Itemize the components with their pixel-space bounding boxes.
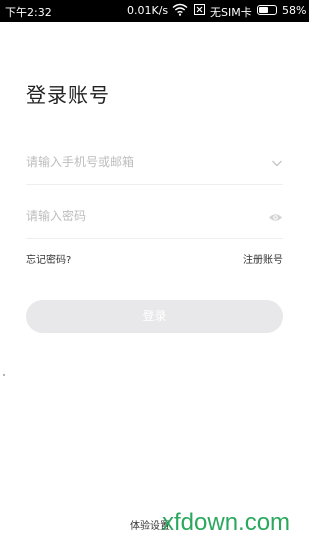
password-field — [26, 204, 283, 240]
network-speed: 0.01K/s — [127, 4, 169, 17]
watermark-logo: xfdown.com — [162, 509, 291, 536]
account-input[interactable] — [26, 150, 246, 174]
chevron-down-icon[interactable] — [271, 154, 283, 173]
account-underline — [26, 184, 283, 185]
eye-icon[interactable] — [268, 208, 283, 227]
password-underline — [26, 238, 283, 239]
no-sim-icon — [194, 4, 205, 15]
register-link[interactable]: 注册账号 — [243, 251, 283, 266]
divider-dot — [3, 374, 5, 376]
auth-links: 忘记密码? 注册账号 — [26, 251, 283, 267]
password-input[interactable] — [26, 204, 246, 228]
account-field — [26, 150, 283, 186]
battery-percent: 58% — [282, 4, 307, 17]
wifi-icon — [172, 3, 188, 19]
battery-fill — [259, 7, 269, 13]
page-title: 登录账号 — [26, 83, 110, 107]
status-time: 下午2:32 — [5, 6, 52, 19]
sim-status: 无SIM卡 — [210, 6, 252, 19]
forgot-password-link[interactable]: 忘记密码? — [26, 251, 71, 266]
battery-icon — [257, 5, 277, 15]
login-button[interactable]: 登录 — [26, 300, 283, 333]
status-bar: 下午2:32 0.01K/s 无SIM卡 58% — [0, 0, 309, 22]
